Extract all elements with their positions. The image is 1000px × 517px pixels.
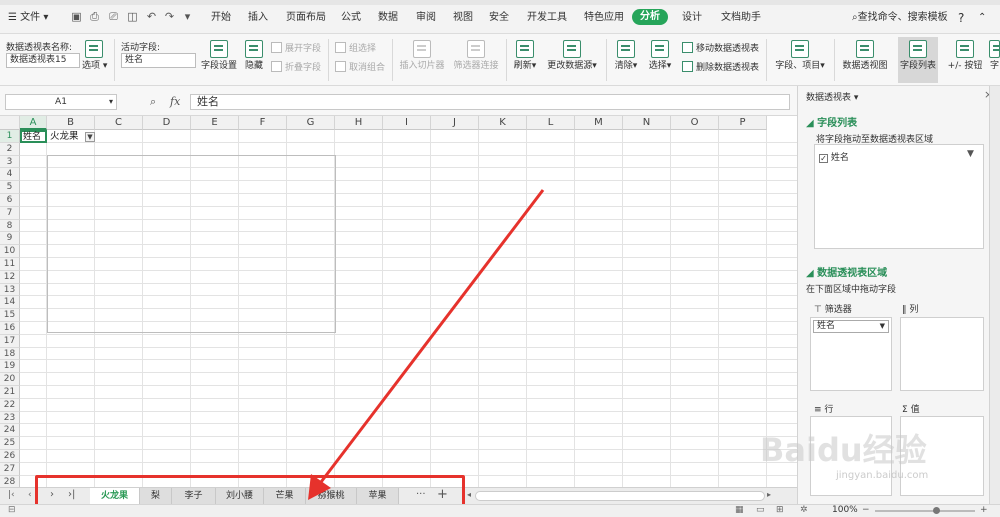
field-item-name[interactable]: ✓ 姓名 bbox=[819, 150, 849, 163]
page-break-icon[interactable]: ⊞ bbox=[776, 505, 784, 515]
zoom-slider-handle[interactable] bbox=[933, 507, 940, 514]
zoom-level[interactable]: 100% bbox=[832, 505, 858, 515]
status-bar: ⊟ ▦ ▭ ⊞ ✲ 100% − + bbox=[0, 504, 1000, 517]
panel-header-label: 数据透视表 bbox=[806, 93, 852, 103]
spreadsheet-window: ☰ 文件 ▾ ▣ ⎙ ⎚ ◫ ↶ ↷ ▾ 开始 插入 页面布局 公式 数据 审阅 视图 安全开… bbox=[0, 0, 1000, 517]
values-label: 值 bbox=[910, 405, 920, 415]
field-list-box: ✓ 姓名 ▼ bbox=[814, 144, 984, 249]
panel-header[interactable]: 数据透视表 ▾ bbox=[806, 90, 858, 103]
filter-label: 筛选器 bbox=[824, 305, 852, 315]
rows-label: 行 bbox=[824, 405, 834, 415]
filter-funnel-icon: ⊤ bbox=[814, 305, 825, 315]
zoom-in-icon[interactable]: + bbox=[980, 505, 988, 515]
filters-area-label: ⊤ 筛选器 bbox=[814, 302, 852, 315]
field-item-label: 姓名 bbox=[830, 153, 849, 163]
filters-drop-area[interactable]: 姓名 ▼ bbox=[810, 317, 892, 391]
page-layout-icon[interactable]: ▭ bbox=[756, 505, 765, 515]
columns-label: 列 bbox=[909, 305, 919, 315]
pivot-area-title-label: 数据透视表区域 bbox=[817, 268, 888, 279]
columns-drop-area[interactable] bbox=[900, 317, 984, 391]
macro-icon[interactable]: ⊟ bbox=[8, 505, 16, 515]
zoom-slider[interactable] bbox=[875, 510, 975, 512]
dropdown-icon: ▼ bbox=[879, 322, 885, 330]
baidu-watermark-logo: Baidu经验 bbox=[760, 425, 927, 471]
side-toolbar bbox=[989, 86, 1000, 504]
checkbox-checked-icon[interactable]: ✓ bbox=[819, 154, 828, 163]
filter-icon[interactable]: ▼ bbox=[967, 149, 974, 159]
values-area-label: Σ 值 bbox=[902, 402, 920, 415]
sigma-icon: Σ bbox=[902, 405, 911, 415]
rows-area-label: ≡ 行 bbox=[814, 402, 833, 415]
field-list-section-title[interactable]: ◢ 字段列表 bbox=[806, 114, 857, 129]
normal-view-icon[interactable]: ▦ bbox=[735, 505, 744, 515]
field-list-title-label: 字段列表 bbox=[817, 118, 858, 129]
watermark-url: jingyan.baidu.com bbox=[836, 470, 929, 481]
columns-area-label: ‖ 列 bbox=[902, 302, 918, 315]
rows-icon: ≡ bbox=[814, 405, 825, 415]
zoom-out-icon[interactable]: − bbox=[862, 505, 870, 515]
pivot-area-hint: 在下面区域中拖动字段 bbox=[806, 285, 897, 295]
watermark-text: Baidu经验 bbox=[760, 431, 927, 469]
pivot-area-section-title[interactable]: ◢ 数据透视表区域 bbox=[806, 264, 887, 279]
filter-field-chip[interactable]: 姓名 ▼ bbox=[813, 320, 889, 333]
reading-mode-icon[interactable]: ✲ bbox=[800, 505, 808, 515]
filter-field-label: 姓名 bbox=[817, 321, 836, 331]
